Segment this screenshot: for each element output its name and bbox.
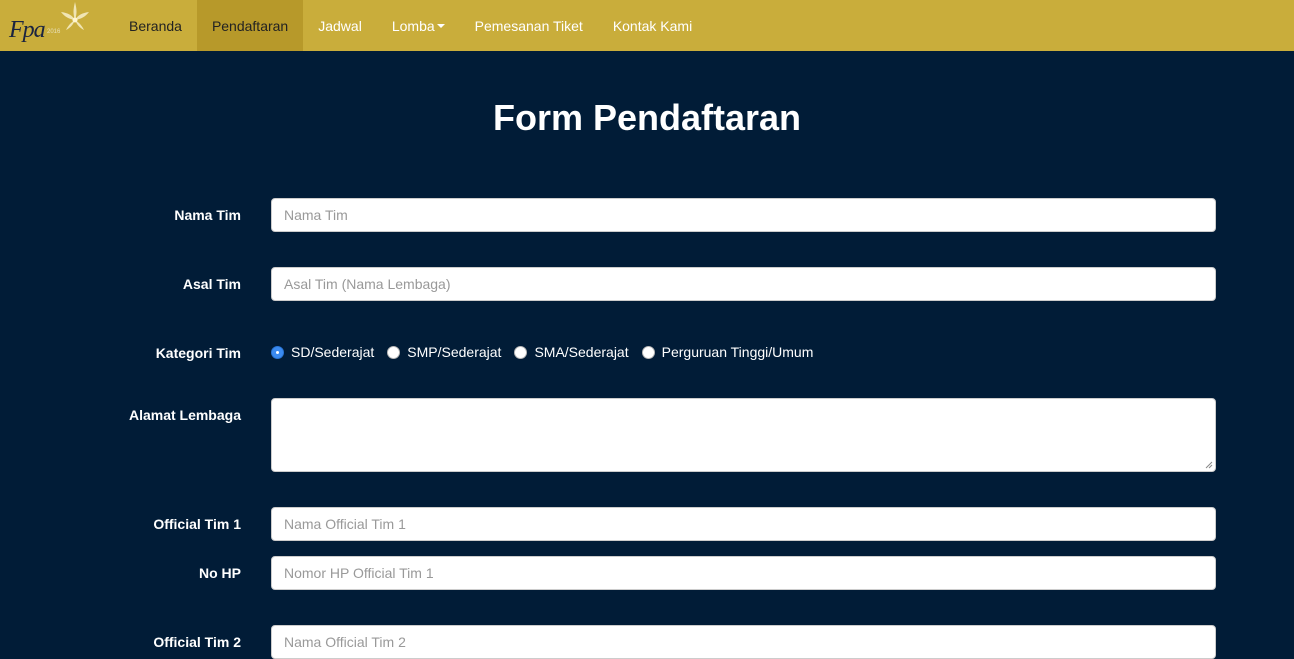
main-nav: Beranda Pendaftaran Jadwal Lomba Pemesan… [114,0,707,51]
asal-tim-input[interactable]: Asal Tim (Nama Lembaga) [271,267,1216,301]
logo-year: 2016 [47,29,61,35]
radio-smp[interactable]: SMP/Sederajat [387,344,501,360]
asal-tim-label: Asal Tim [182,276,241,292]
nama-tim-input[interactable]: Nama Tim [271,198,1216,232]
nama-tim-placeholder: Nama Tim [284,207,348,223]
official-tim-2-input[interactable]: Nama Official Tim 2 [271,625,1216,659]
official-tim-2-placeholder: Nama Official Tim 2 [284,634,406,650]
nama-tim-label: Nama Tim [174,207,241,223]
top-navbar: Fpa 2016 Beranda Pendaftaran Jadwal Lomb… [0,0,1294,51]
flower-icon [61,2,89,30]
kategori-tim-label: Kategori Tim [155,345,241,361]
radio-perguruan-tinggi-label: Perguruan Tinggi/Umum [661,344,814,360]
radio-perguruan-tinggi[interactable]: Perguruan Tinggi/Umum [641,344,814,360]
alamat-lembaga-textarea[interactable] [271,398,1216,472]
nav-pemesanan-tiket[interactable]: Pemesanan Tiket [460,0,598,51]
radio-smp-label: SMP/Sederajat [407,344,502,360]
nav-kontak-kami[interactable]: Kontak Kami [598,0,707,51]
nav-kontak-kami-label: Kontak Kami [612,17,693,34]
nav-jadwal[interactable]: Jadwal [303,0,377,51]
radio-sma[interactable]: SMA/Sederajat [514,344,629,360]
alamat-lembaga-label: Alamat Lembaga [128,407,241,423]
asal-tim-placeholder: Asal Tim (Nama Lembaga) [284,276,451,292]
radio-smp-circle[interactable] [387,345,401,359]
radio-perguruan-tinggi-circle[interactable] [641,345,655,359]
nav-pemesanan-tiket-label: Pemesanan Tiket [474,17,583,34]
radio-sd-label: SD/Sederajat [291,344,375,360]
radio-sd-circle[interactable] [271,345,284,359]
nav-pendaftaran-label: Pendaftaran [211,17,289,34]
brand-logo[interactable]: Fpa 2016 [0,0,100,51]
nav-lomba-dropdown[interactable]: Lomba [377,0,460,51]
official-tim-1-input[interactable]: Nama Official Tim 1 [271,507,1216,541]
no-hp-placeholder: Nomor HP Official Tim 1 [284,565,434,581]
official-tim-1-label: Official Tim 1 [153,516,241,532]
resize-handle-icon[interactable] [1205,461,1213,469]
nav-beranda-label: Beranda [129,17,182,34]
nav-beranda[interactable]: Beranda [114,0,197,51]
radio-sd[interactable]: SD/Sederajat [271,344,374,360]
radio-sma-label: SMA/Sederajat [534,344,629,360]
radio-sma-circle[interactable] [514,345,528,359]
nav-jadwal-label: Jadwal [318,17,362,34]
logo-text: Fpa [9,17,46,43]
nav-pendaftaran[interactable]: Pendaftaran [196,0,304,51]
no-hp-input[interactable]: Nomor HP Official Tim 1 [271,556,1216,590]
no-hp-label: No HP [199,565,241,581]
nav-lomba-label: Lomba [391,17,435,34]
official-tim-1-placeholder: Nama Official Tim 1 [284,516,406,532]
kategori-tim-radio-group: SD/Sederajat SMP/Sederajat SMA/Sederajat… [271,344,826,360]
page-title: Form Pendaftaran [492,97,802,138]
official-tim-2-label: Official Tim 2 [153,634,241,650]
caret-down-icon [436,23,445,28]
